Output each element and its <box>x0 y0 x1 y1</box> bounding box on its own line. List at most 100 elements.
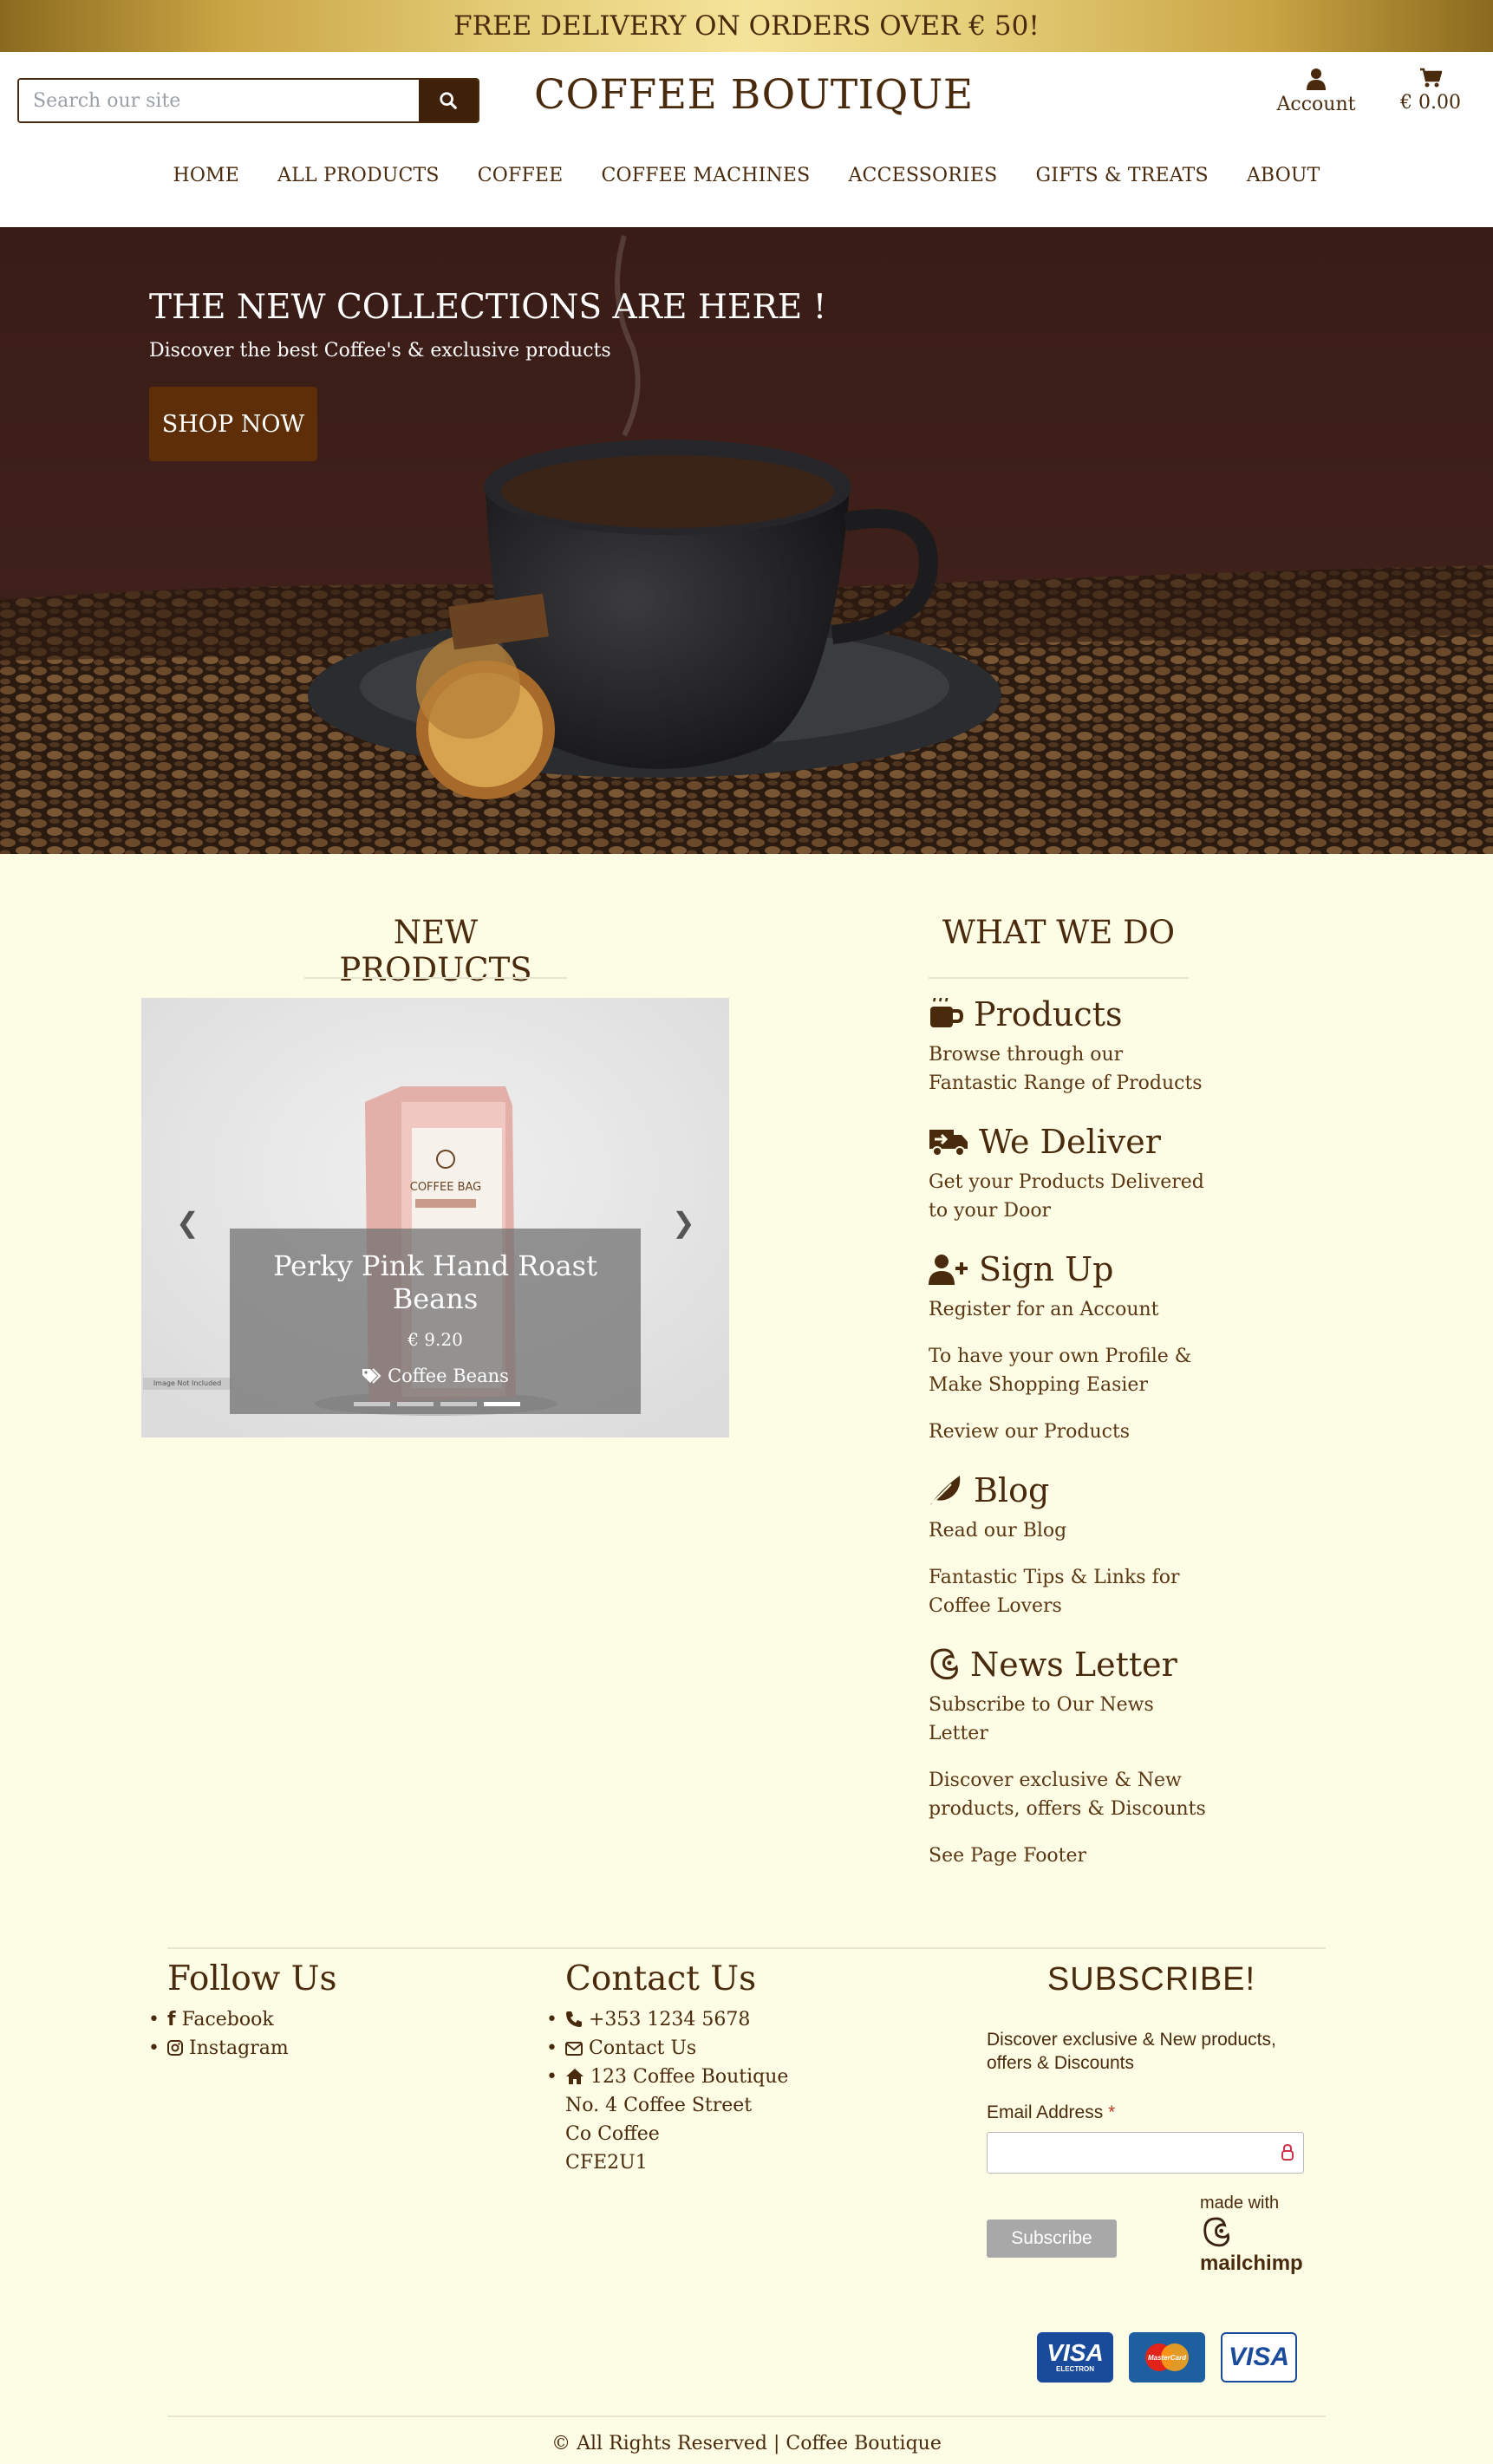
cart-icon <box>1420 68 1442 88</box>
facebook-label: Facebook <box>181 2009 274 2031</box>
wwd-newsletter-text-3: See Page Footer <box>929 1845 1087 1867</box>
site-brand[interactable]: COFFEE BOUTIQUE <box>534 71 974 119</box>
carousel-dot[interactable] <box>440 1402 477 1406</box>
nav-gifts-treats[interactable]: GIFTS & TREATS <box>1016 165 1227 186</box>
footer-contact: Contact Us +353 1234 5678 Contact Us 123… <box>546 1959 789 2177</box>
cart-link[interactable]: € 0.00 <box>1392 68 1470 114</box>
address-line-4: CFE2U1 <box>565 2152 648 2174</box>
mailchimp-label: mailchimp <box>1200 2252 1303 2275</box>
copyright-icon: © <box>551 2433 571 2454</box>
wwd-products: Products Browse through our Fantastic Ra… <box>929 988 1206 1098</box>
carousel-prev-icon[interactable]: ❮ <box>176 1206 199 1239</box>
password-manager-icon <box>1281 2144 1294 2161</box>
wwd-signup-text-2: To have your own Profile & Make Shopping… <box>929 1346 1192 1396</box>
wwd-signup: Sign Up Register for an Account To have … <box>929 1243 1206 1446</box>
product-price: € 9.20 <box>407 1329 463 1350</box>
promo-banner: FREE DELIVERY ON ORDERS OVER € 50! <box>0 0 1493 52</box>
hero-banner: THE NEW COLLECTIONS ARE HERE ! Discover … <box>0 227 1493 854</box>
mastercard-label: MasterCard <box>1148 2354 1187 2362</box>
address-line-1: 123 Coffee Boutique <box>546 2063 789 2091</box>
wwd-deliver: We Deliver Get your Products Delivered t… <box>929 1116 1206 1225</box>
home-icon <box>566 2069 584 2084</box>
footer-follow: Follow Us f Facebook Instagram <box>148 1959 337 2063</box>
copyright-text: All Rights Reserved | Coffee Boutique <box>577 2433 942 2454</box>
nav-home[interactable]: HOME <box>153 165 258 186</box>
search-form <box>17 78 479 123</box>
electron-label: ELECTRON <box>1055 2365 1094 2373</box>
carousel-next-icon[interactable]: ❯ <box>672 1206 695 1239</box>
search-icon <box>440 92 457 109</box>
mailchimp-badge[interactable]: made with mailchimp <box>1200 2193 1303 2276</box>
product-caption[interactable]: Perky Pink Hand Roast Beans € 9.20 Coffe… <box>230 1229 641 1414</box>
carousel-dot[interactable] <box>354 1402 390 1406</box>
what-we-do-list: Products Browse through our Fantastic Ra… <box>929 988 1206 1888</box>
contact-title: Contact Us <box>565 1959 757 1998</box>
address-line-2: No. 4 Coffee Street <box>565 2095 753 2116</box>
hero-subtitle: Discover the best Coffee's & exclusive p… <box>149 340 611 362</box>
nav-all-products[interactable]: ALL PRODUCTS <box>258 165 459 186</box>
visa-card-icon: VISA <box>1221 2332 1297 2383</box>
address-line-3: Co Coffee <box>565 2123 660 2145</box>
instagram-label: Instagram <box>189 2037 289 2059</box>
promo-text: FREE DELIVERY ON ORDERS OVER € 50! <box>453 10 1040 42</box>
wwd-blog-text-2: Fantastic Tips & Links for Coffee Lovers <box>929 1567 1180 1617</box>
nav-accessories[interactable]: ACCESSORIES <box>829 165 1016 186</box>
product-category-label: Coffee Beans <box>388 1366 509 1386</box>
phone-item[interactable]: +353 1234 5678 <box>546 2005 788 2034</box>
required-mark: * <box>1108 2102 1116 2122</box>
wwd-newsletter: News Letter Subscribe to Our News Letter… <box>929 1639 1206 1870</box>
visa-electron-card-icon: VISA ELECTRON <box>1037 2332 1113 2383</box>
mastercard-card-icon: MasterCard <box>1129 2332 1205 2383</box>
account-label: Account <box>1276 94 1356 115</box>
account-link[interactable]: Account <box>1275 68 1358 115</box>
copyright: © All Rights Reserved | Coffee Boutique <box>0 2433 1493 2454</box>
mailchimp-icon <box>930 1648 958 1680</box>
user-plus-icon <box>929 1255 968 1285</box>
wwd-deliver-text: Get your Products Delivered to your Door <box>929 1171 1204 1222</box>
search-input[interactable] <box>19 80 419 121</box>
subscribe-title: SUBSCRIBE! <box>1046 1961 1256 1998</box>
what-we-do-title: WHAT WE DO <box>942 914 1176 951</box>
address-line-1-text: 123 Coffee Boutique <box>590 2066 789 2088</box>
product-category[interactable]: Coffee Beans <box>230 1366 641 1386</box>
email-field[interactable] <box>987 2132 1304 2174</box>
wwd-blog-text-1: Read our Blog <box>929 1520 1067 1542</box>
payment-cards: VISA ELECTRON MasterCard VISA <box>1037 2332 1297 2383</box>
wwd-signup-text-3: Review our Products <box>929 1421 1131 1443</box>
product-carousel: COFFEE BAG Image Not Included ❮ ❯ Perky … <box>141 998 729 1437</box>
product-name[interactable]: Perky Pink Hand Roast Beans <box>230 1249 641 1315</box>
email-label: Email Address * <box>987 2102 1316 2123</box>
facebook-link[interactable]: f Facebook <box>148 2005 337 2034</box>
instagram-link[interactable]: Instagram <box>148 2034 337 2063</box>
contact-link[interactable]: Contact Us <box>546 2034 788 2063</box>
subscribe-desc: Discover exclusive & New products, offer… <box>987 2030 1276 2073</box>
mailchimp-logo-icon <box>1203 2217 1230 2247</box>
nav-coffee[interactable]: COFFEE <box>459 165 583 186</box>
main-nav: HOME ALL PRODUCTS COFFEE COFFEE MACHINES… <box>0 165 1493 186</box>
bag-label: COFFEE BAG <box>410 1181 481 1194</box>
nav-about[interactable]: ABOUT <box>1228 165 1340 186</box>
made-with-label: made with <box>1200 2193 1280 2213</box>
nav-coffee-machines[interactable]: COFFEE MACHINES <box>582 165 829 186</box>
footer-divider <box>167 1947 1326 1949</box>
contact-link-label: Contact Us <box>589 2037 697 2059</box>
carousel-dot-active[interactable] <box>484 1402 520 1406</box>
user-icon <box>1307 68 1326 90</box>
wwd-newsletter-text-1: Subscribe to Our News Letter <box>929 1694 1154 1744</box>
wwd-signup-heading: Sign Up <box>979 1250 1114 1288</box>
cart-total: € 0.00 <box>1400 92 1461 114</box>
subscribe-form: SUBSCRIBE! Discover exclusive & New prod… <box>987 1961 1316 2275</box>
wwd-newsletter-heading: News Letter <box>970 1646 1177 1684</box>
visa-label: VISA <box>1228 2343 1290 2371</box>
instagram-icon <box>167 2040 183 2056</box>
carousel-dot[interactable] <box>397 1402 434 1406</box>
shop-now-button[interactable]: SHOP NOW <box>149 387 317 461</box>
subscribe-button[interactable]: Subscribe <box>987 2220 1117 2258</box>
new-products-divider <box>304 977 567 979</box>
what-we-do-divider <box>929 977 1189 979</box>
wwd-products-text: Browse through our Fantastic Range of Pr… <box>929 1044 1203 1094</box>
search-button[interactable] <box>419 80 478 121</box>
carousel-indicators <box>354 1402 520 1406</box>
hero-title: THE NEW COLLECTIONS ARE HERE ! <box>149 288 827 327</box>
image-note: Image Not Included <box>143 1378 231 1390</box>
